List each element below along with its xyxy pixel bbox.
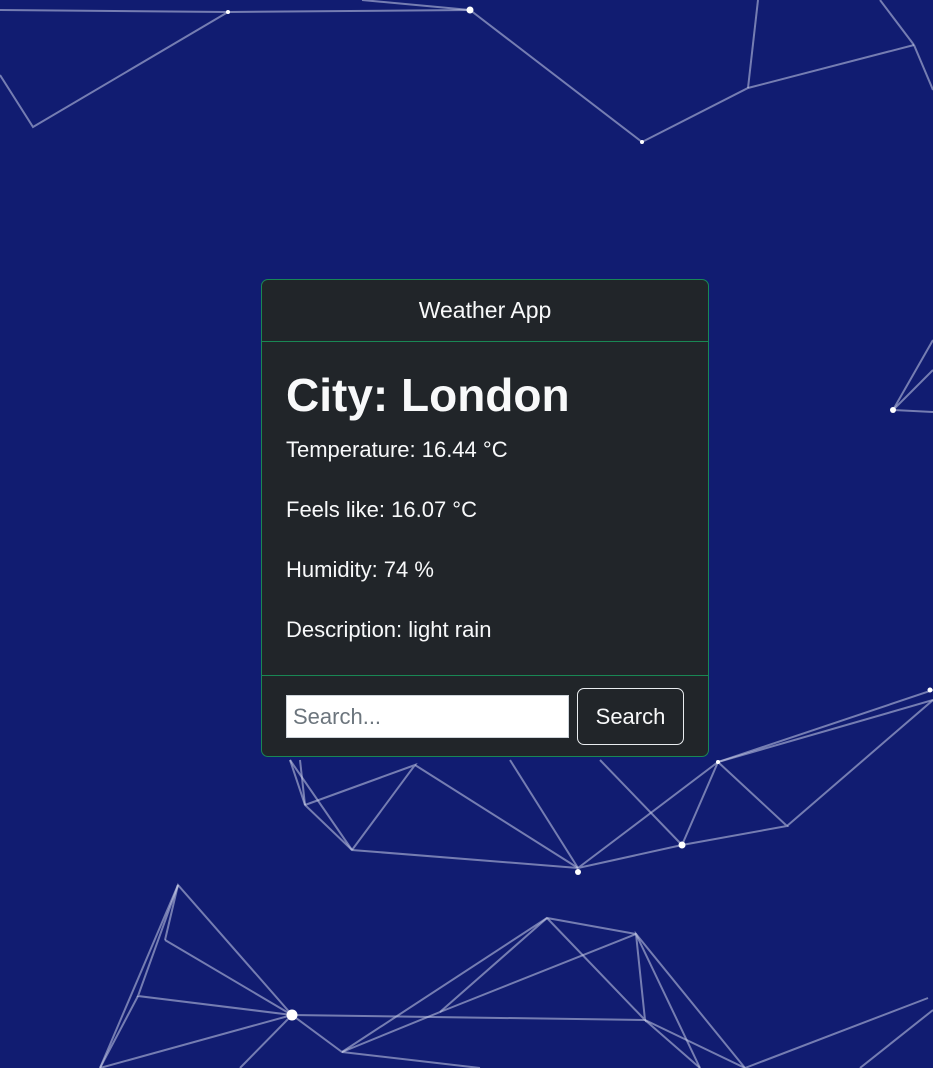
- humidity-text: Humidity: 74 %: [286, 556, 434, 582]
- search-button[interactable]: Search: [577, 688, 684, 745]
- weather-card: Weather App City: London Temperature: 16…: [261, 279, 709, 757]
- card-header: Weather App: [262, 280, 708, 342]
- description-text: Description: light rain: [286, 616, 492, 642]
- app-title: Weather App: [418, 297, 552, 323]
- feels-like-text: Feels like: 16.07 °C: [286, 496, 477, 522]
- temperature-text: Temperature: 16.44 °C: [286, 436, 508, 462]
- weather-details: City: London Temperature: 16.44 °C Feels…: [262, 342, 708, 676]
- search-bar: Search: [262, 676, 708, 756]
- city-heading: City: London: [286, 369, 570, 421]
- search-input[interactable]: [286, 695, 569, 738]
